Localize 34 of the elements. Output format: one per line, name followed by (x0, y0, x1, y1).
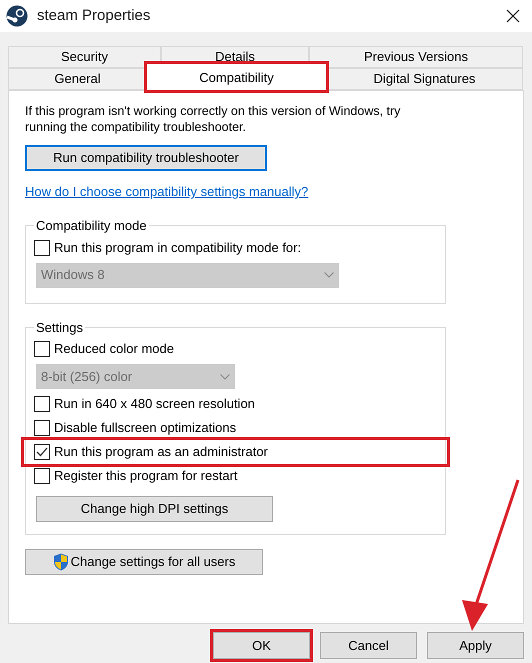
tab[interactable]: Compatibility (147, 64, 326, 90)
window-title: steam Properties (37, 6, 150, 26)
checkbox-label: Run this program as an administrator (54, 443, 268, 462)
all-users-button[interactable]: Change settings for all users (25, 549, 263, 575)
checkbox-label: Run this program in compatibility mode for: (54, 238, 302, 257)
steam-logo-icon (6, 5, 28, 27)
checkbox-label: Reduced color mode (54, 340, 174, 358)
checkbox[interactable] (34, 396, 50, 412)
intro-text: If this program isn't working correctly on this version of Windows, try running the compatibility troubleshooter. (25, 103, 402, 135)
tab[interactable]: Digital Signatures (326, 68, 523, 90)
checkbox-label: Register this program for restart (54, 467, 238, 486)
checkmark-icon (36, 447, 48, 457)
close-icon[interactable] (506, 9, 520, 23)
tab[interactable]: Security (8, 46, 161, 68)
checkbox[interactable] (34, 420, 50, 436)
group-title: Compatibility mode (35, 217, 148, 235)
dialog-button[interactable]: Cancel (320, 632, 417, 659)
checkbox[interactable] (34, 444, 50, 460)
dpi-settings-button[interactable]: Change high DPI settings (36, 496, 273, 522)
help-link[interactable]: How do I choose compatibility settings manually? (25, 184, 308, 199)
dialog-button[interactable]: OK (213, 632, 310, 659)
tab[interactable]: Previous Versions (309, 46, 523, 68)
shield-icon (52, 553, 69, 571)
chevron-down-icon (324, 272, 334, 278)
tab[interactable]: General (8, 68, 147, 90)
checkbox[interactable] (34, 240, 50, 256)
group-title: Settings (35, 318, 84, 337)
checkbox[interactable] (34, 468, 50, 484)
checkbox-label: Disable fullscreen optimizations (54, 419, 236, 438)
chevron-down-icon (220, 374, 230, 380)
troubleshooter-button[interactable]: Run compatibility troubleshooter (25, 145, 267, 171)
checkbox-label: Run in 640 x 480 screen resolution (54, 395, 255, 414)
dialog-button[interactable]: Apply (427, 632, 524, 659)
checkbox[interactable] (34, 341, 50, 357)
